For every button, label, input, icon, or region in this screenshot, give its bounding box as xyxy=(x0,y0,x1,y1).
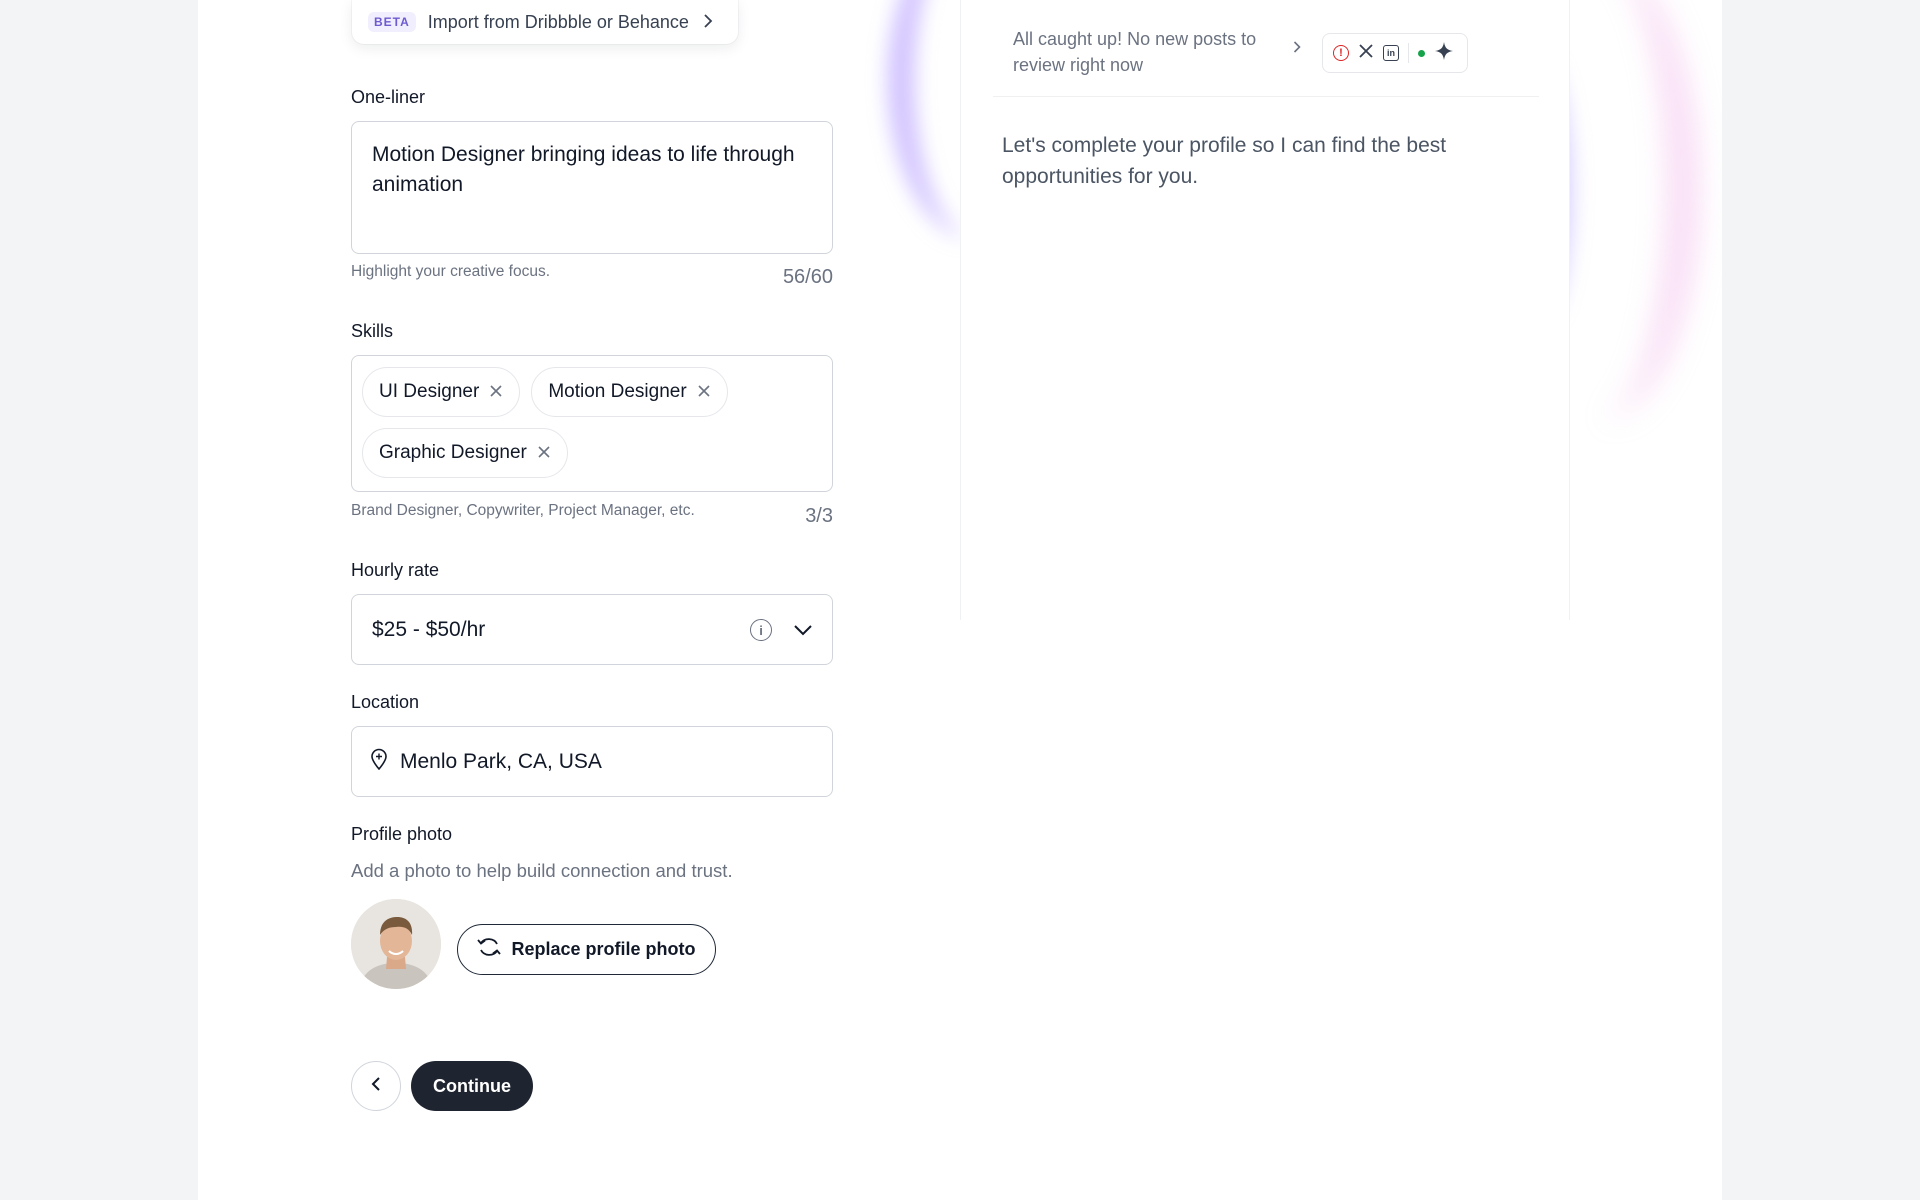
skills-counter: 3/3 xyxy=(805,505,833,527)
import-portfolio-button[interactable]: BETA Import from Dribbble or Behance xyxy=(352,0,738,44)
chevron-right-icon xyxy=(703,12,713,33)
chevron-left-icon xyxy=(371,1076,381,1097)
location-value: Menlo Park, CA, USA xyxy=(400,750,602,773)
assistant-message: Let's complete your profile so I can fin… xyxy=(1002,134,1447,188)
replace-photo-label: Replace profile photo xyxy=(511,939,696,959)
profile-photo-hint: Add a photo to help build connection and… xyxy=(351,860,733,881)
status-message: All caught up! No new posts to review ri… xyxy=(1013,29,1257,75)
continue-button[interactable]: Continue xyxy=(411,1061,533,1111)
beta-badge: BETA xyxy=(368,12,416,32)
status-dot xyxy=(1418,49,1425,57)
map-pin-icon xyxy=(370,748,388,776)
skills-input[interactable]: UI Designer Motion Designer Graphic Desi… xyxy=(351,355,833,492)
panel-header: All caught up! No new posts to review ri… xyxy=(993,0,1539,97)
hourly-rate-value: $25 - $50/hr xyxy=(372,618,486,641)
close-icon[interactable] xyxy=(697,383,711,401)
hourly-rate-select[interactable]: $25 - $50/hr i xyxy=(351,594,833,665)
location-label: Location xyxy=(351,692,420,712)
skill-chip-label: UI Designer xyxy=(379,381,480,402)
info-icon[interactable]: i xyxy=(750,619,772,641)
divider xyxy=(1408,43,1409,63)
skill-chip: UI Designer xyxy=(362,367,521,417)
one-liner-hint: Highlight your creative focus. xyxy=(351,263,551,280)
back-button[interactable] xyxy=(351,1061,401,1111)
linkedin-icon: in xyxy=(1383,45,1399,61)
profile-photo-label: Profile photo xyxy=(351,824,453,844)
chevron-right-icon[interactable] xyxy=(1293,40,1301,58)
assistant-panel: All caught up! No new posts to review ri… xyxy=(960,0,1570,620)
one-liner-value: Motion Designer bringing ideas to life t… xyxy=(372,143,795,196)
avatar xyxy=(351,899,441,989)
one-liner-counter: 56/60 xyxy=(782,266,833,288)
skills-label: Skills xyxy=(351,321,394,341)
import-label: Import from Dribbble or Behance xyxy=(427,11,689,32)
skill-chip: Motion Designer xyxy=(531,367,728,417)
refresh-icon xyxy=(477,936,502,963)
hourly-rate-label: Hourly rate xyxy=(351,560,440,580)
close-icon[interactable] xyxy=(489,383,503,401)
x-logo-icon xyxy=(1358,43,1374,63)
skill-chip: Graphic Designer xyxy=(362,428,568,478)
skill-chip-label: Graphic Designer xyxy=(379,442,527,463)
one-liner-label: One-liner xyxy=(351,87,426,107)
skill-chip-label: Motion Designer xyxy=(548,381,687,402)
sparkle-icon xyxy=(1434,41,1454,66)
alert-icon: ! xyxy=(1333,45,1349,61)
one-liner-textarea[interactable]: Motion Designer bringing ideas to life t… xyxy=(351,121,833,254)
replace-photo-button[interactable]: Replace profile photo xyxy=(457,924,716,975)
chevron-down-icon xyxy=(794,618,812,642)
skills-hint: Brand Designer, Copywriter, Project Mana… xyxy=(351,502,695,519)
close-icon[interactable] xyxy=(537,444,551,462)
location-input[interactable]: Menlo Park, CA, USA xyxy=(351,726,833,797)
social-status-bar[interactable]: ! in xyxy=(1322,33,1468,73)
